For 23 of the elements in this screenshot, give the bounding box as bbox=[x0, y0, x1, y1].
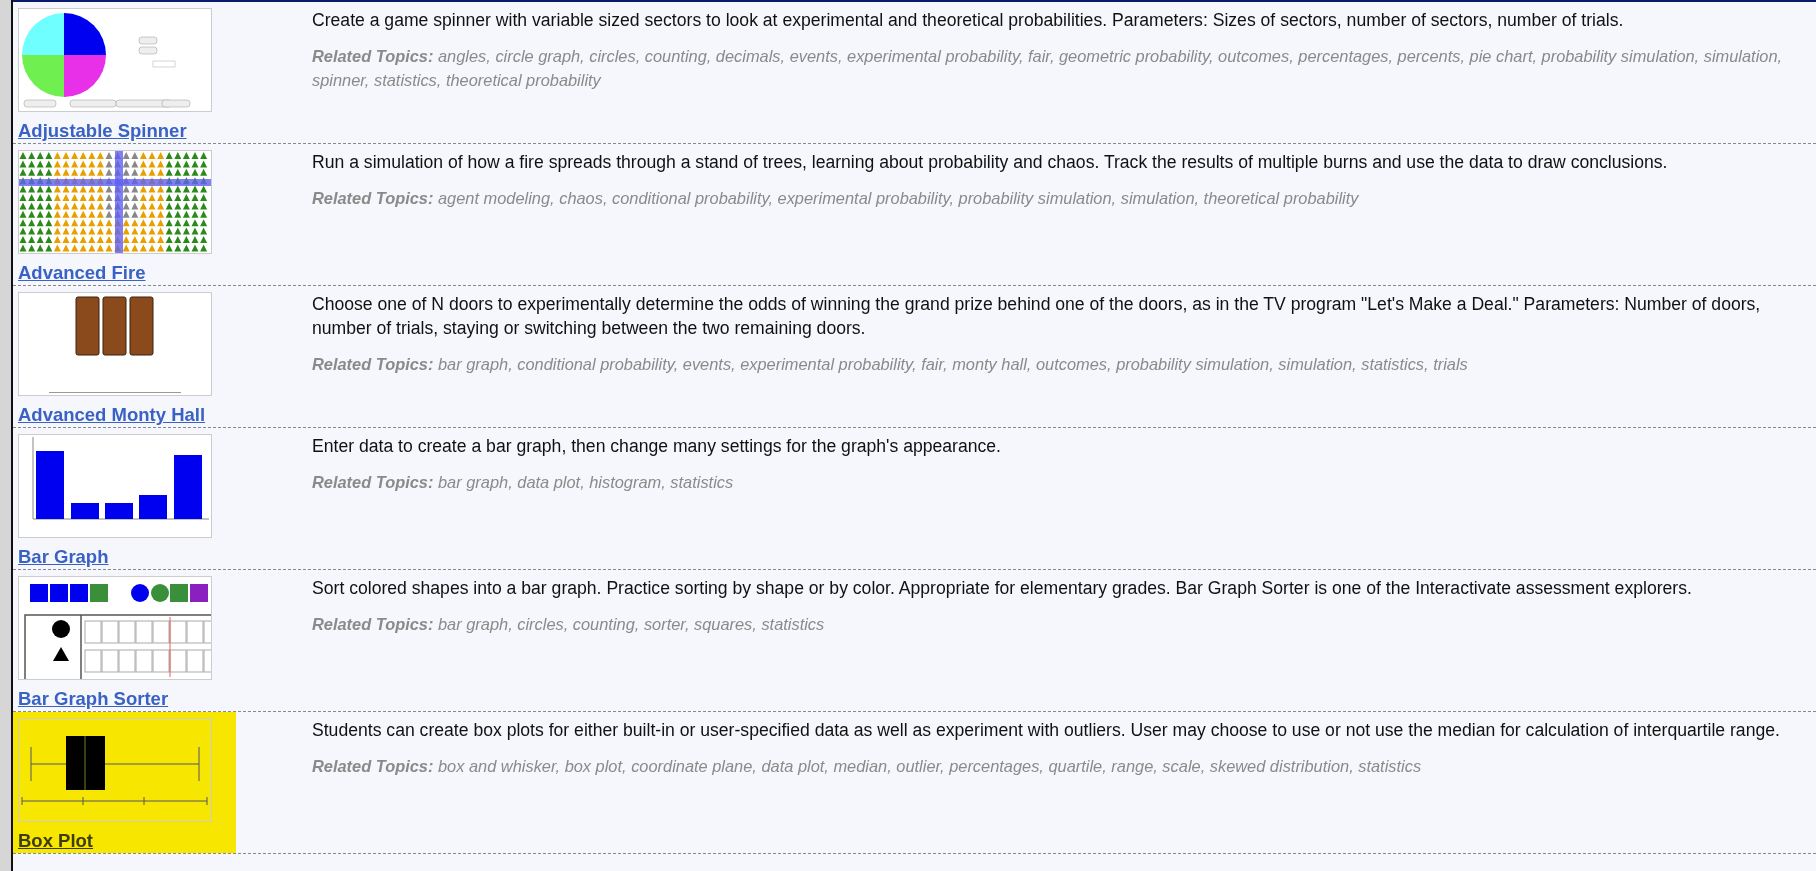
activity-link[interactable]: Advanced Fire bbox=[18, 262, 146, 284]
activity-description: Enter data to create a bar graph, then change many settings for the graph's appearance. bbox=[312, 435, 1002, 458]
bar bbox=[105, 503, 133, 519]
bar bbox=[139, 495, 167, 519]
bar bbox=[71, 503, 99, 519]
bar bbox=[36, 451, 64, 519]
activity-link[interactable]: Bar Graph Sorter bbox=[18, 688, 169, 710]
related-topics: Related Topics: angles, circle graph, circles, counting, decimals, events, experimental probability, fair, geometric probability, outcomes, percentages, percents, pie chart, probability simulation, simulation, spinner, statistics, theoretical probability bbox=[312, 46, 1784, 91]
activity-description: Create a game spinner with variable sized sectors to look at experimental and theoretical probabilities. Parameters: Sizes of sectors, number of sectors, number of trials. bbox=[312, 9, 1625, 32]
activity-link[interactable]: Box Plot bbox=[18, 830, 94, 852]
activity-link[interactable]: Advanced Monty Hall bbox=[18, 404, 206, 426]
activity-description: Choose one of N doors to experimentally determine the odds of winning the grand prize behind one of the doors, as in the TV program "Let's Make a Deal." Parameters: Number of doors, number of trials, staying or switching between the two remaining doors. bbox=[312, 293, 1762, 340]
related-topics: Related Topics: box and whisker, box plot, coordinate plane, data plot, median, outlier, percentages, quartile, range, scale, skewed distribution, statistics bbox=[312, 756, 1423, 777]
activity-description: Run a simulation of how a fire spreads through a stand of trees, learning about probability and chaos. Track the results of multiple burns and use the data to draw conclusions. bbox=[312, 151, 1669, 174]
related-topics: Related Topics: bar graph, data plot, histogram, statistics bbox=[312, 472, 735, 493]
related-topics: Related Topics: bar graph, conditional probability, events, experimental probability, fair, monty hall, outcomes, probability simulation, simulation, statistics, trials bbox=[312, 354, 1469, 375]
activity-link[interactable]: Bar Graph bbox=[18, 546, 109, 568]
bar bbox=[174, 455, 202, 519]
activity-link[interactable]: Adjustable Spinner bbox=[18, 120, 187, 142]
activity-description: Sort colored shapes into a bar graph. Practice sorting by shape or by color. Appropriate for elementary grades. Bar Graph Sorter is one of the Interactivate assessment explorers. bbox=[312, 577, 1693, 600]
related-topics: Related Topics: agent modeling, chaos, conditional probability, experimental probability, probability simulation, simulation, theoretical probability bbox=[312, 188, 1360, 209]
related-topics: Related Topics: bar graph, circles, counting, sorter, squares, statistics bbox=[312, 614, 826, 635]
activity-description: Students can create box plots for either built-in or user-specified data as well as experiment with outliers. User may choose to use or not use the median for calculation of interquartile range. bbox=[312, 719, 1781, 742]
